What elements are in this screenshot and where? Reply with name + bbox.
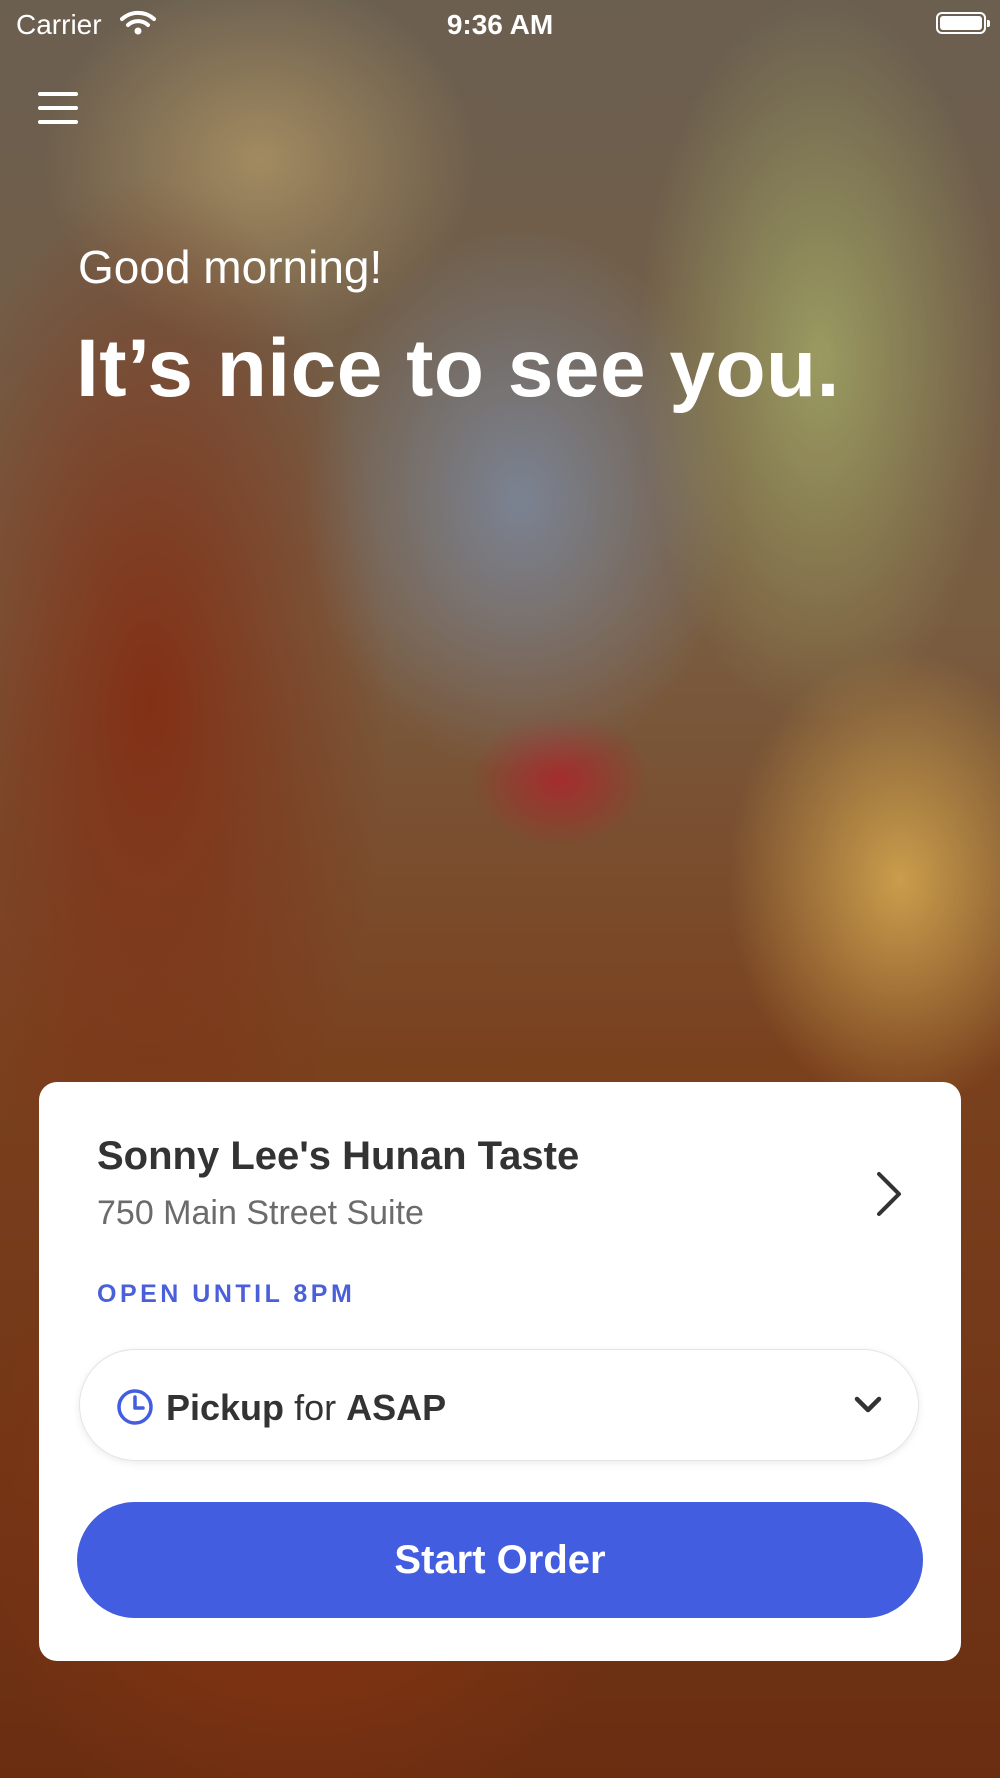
battery-icon — [936, 12, 990, 34]
order-connector: for — [294, 1387, 337, 1428]
chevron-down-icon — [854, 1396, 882, 1413]
order-type-select[interactable]: Pickup for ASAP — [79, 1349, 919, 1461]
order-type-text: Pickup for ASAP — [166, 1387, 446, 1429]
status-time: 9:36 AM — [446, 9, 554, 40]
greeting-text: Good morning! — [78, 241, 383, 293]
start-order-button[interactable]: Start Order — [77, 1502, 923, 1618]
order-time: ASAP — [346, 1387, 447, 1428]
clock-icon — [117, 1389, 153, 1425]
hamburger-menu-icon[interactable] — [38, 92, 78, 132]
order-mode: Pickup — [166, 1387, 285, 1428]
headline-text: It’s nice to see you. — [76, 323, 840, 414]
restaurant-address[interactable]: 750 Main Street Suite — [97, 1194, 424, 1233]
location-card: Sonny Lee's Hunan Taste 750 Main Street … — [39, 1082, 961, 1661]
open-status-label: OPEN UNTIL 8PM — [97, 1280, 356, 1308]
restaurant-name[interactable]: Sonny Lee's Hunan Taste — [97, 1134, 579, 1179]
chevron-right-icon[interactable] — [869, 1164, 909, 1224]
status-bar: Carrier 9:36 AM — [0, 0, 1000, 50]
